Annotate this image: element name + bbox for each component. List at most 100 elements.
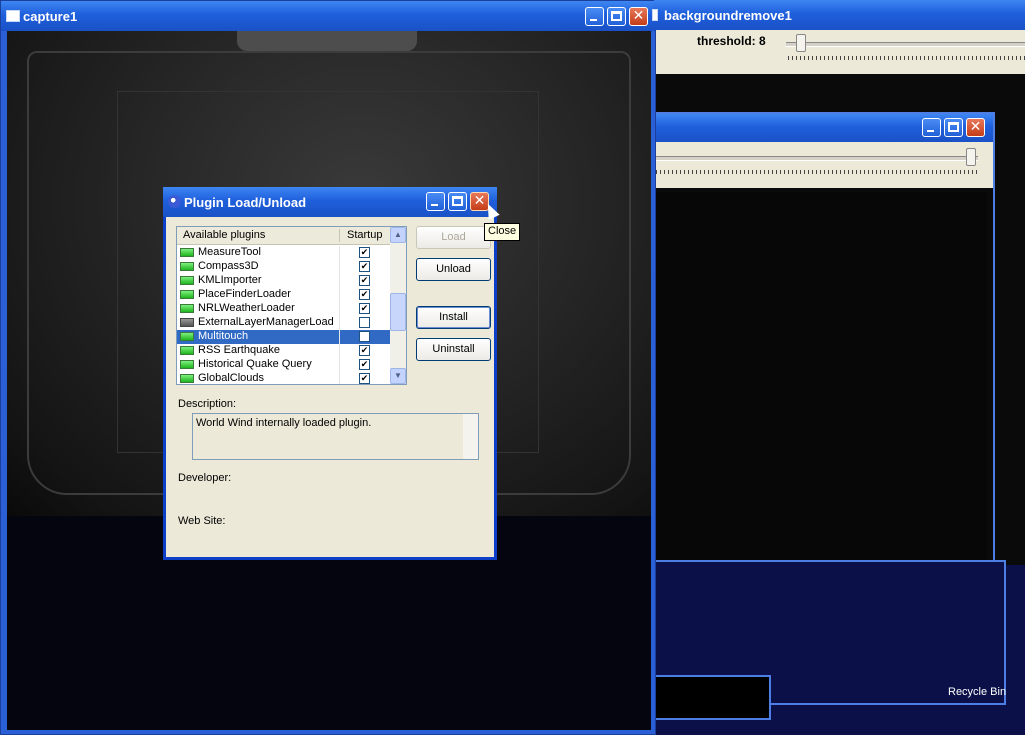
column-separator	[339, 229, 340, 242]
dialog-titlebar[interactable]: Plugin Load/Unload ✕	[163, 187, 497, 217]
close-tooltip: Close	[484, 223, 521, 241]
plugin-name: KMLImporter	[198, 274, 262, 286]
plugin-status-icon	[180, 360, 194, 369]
startup-checkbox[interactable]	[359, 331, 370, 342]
description-scrollbar[interactable]	[463, 414, 478, 459]
maximize-button[interactable]	[944, 118, 963, 137]
window-title: backgroundremove1	[664, 8, 792, 23]
threshold-label: threshold: 8	[697, 34, 766, 48]
list-item[interactable]: RSS Earthquake ✔	[177, 344, 390, 358]
slider-ticks	[788, 56, 1025, 60]
window-icon	[652, 9, 658, 21]
startup-checkbox[interactable]: ✔	[359, 303, 370, 314]
dialog-title: Plugin Load/Unload	[184, 195, 307, 210]
plugin-status-icon	[180, 332, 194, 341]
uninstall-button[interactable]: Uninstall	[416, 338, 491, 361]
dialog-body: Available plugins Startup MeasureTool ✔ Co…	[166, 217, 494, 557]
startup-checkbox[interactable]: ✔	[359, 345, 370, 356]
minimize-icon	[590, 19, 597, 21]
threshold-panel: threshold: 8	[656, 30, 1025, 74]
backgroundremove1-titlebar[interactable]: backgroundremove1	[652, 0, 1025, 30]
list-item[interactable]: KMLImporter ✔	[177, 274, 390, 288]
startup-checkbox[interactable]: ✔	[359, 247, 370, 258]
column-startup[interactable]: Startup	[347, 229, 382, 241]
list-item[interactable]: Compass3D ✔	[177, 260, 390, 274]
recycle-bin-label[interactable]: Recycle Bin	[948, 686, 1006, 698]
description-label: Description:	[178, 398, 237, 410]
slider-panel	[656, 142, 993, 188]
scroll-thumb[interactable]	[390, 293, 406, 331]
plugin-status-icon	[180, 318, 194, 327]
close-icon: ✕	[969, 119, 982, 135]
startup-checkbox[interactable]: ✔	[359, 289, 370, 300]
minimize-button[interactable]	[426, 192, 445, 211]
camera-light	[237, 31, 417, 51]
column-gridline	[339, 344, 340, 358]
capture1-titlebar[interactable]: capture1 ✕	[1, 1, 655, 31]
list-item[interactable]: ExternalLayerManagerLoad	[177, 316, 390, 330]
plugin-status-icon	[180, 304, 194, 313]
plugin-name: MeasureTool	[198, 246, 261, 258]
plugin-status-icon	[180, 248, 194, 257]
scroll-up-button[interactable]: ▲	[390, 227, 406, 243]
description-field[interactable]: World Wind internally loaded plugin.	[192, 413, 479, 460]
list-item[interactable]: MeasureTool ✔	[177, 246, 390, 260]
maximize-button[interactable]	[607, 7, 626, 26]
slider-thumb[interactable]	[966, 148, 976, 166]
unload-button[interactable]: Unload	[416, 258, 491, 281]
plugin-name: RSS Earthquake	[198, 344, 280, 356]
third-window-titlebar[interactable]: ✕	[656, 114, 993, 142]
plugin-status-icon	[180, 290, 194, 299]
maximize-icon	[611, 11, 622, 21]
window-icon	[6, 10, 20, 22]
plugin-name: Historical Quake Query	[198, 358, 312, 370]
nasa-icon	[168, 195, 181, 208]
startup-checkbox[interactable]: ✔	[359, 359, 370, 370]
column-gridline	[339, 274, 340, 288]
list-item[interactable]: GlobalClouds ✔	[177, 372, 390, 384]
list-item[interactable]: PlaceFinderLoader ✔	[177, 288, 390, 302]
plugin-name: ExternalLayerManagerLoad	[198, 316, 334, 328]
plugin-list[interactable]: Available plugins Startup MeasureTool ✔ Co…	[176, 226, 407, 385]
background-window-2	[656, 675, 771, 720]
plugin-name: GlobalClouds	[198, 372, 265, 384]
column-available-plugins[interactable]: Available plugins	[183, 229, 265, 241]
maximize-button[interactable]	[448, 192, 467, 211]
column-gridline	[339, 260, 340, 274]
developer-label: Developer:	[178, 472, 232, 484]
plugin-status-icon	[180, 374, 194, 383]
load-button[interactable]: Load	[416, 226, 491, 249]
slider-track[interactable]	[656, 156, 978, 161]
minimize-button[interactable]	[922, 118, 941, 137]
scroll-down-button[interactable]: ▼	[390, 368, 406, 384]
list-scrollbar[interactable]: ▲ ▼	[390, 227, 406, 384]
startup-checkbox[interactable]: ✔	[359, 275, 370, 286]
list-item[interactable]: Multitouch	[177, 330, 390, 344]
window-title: capture1	[23, 9, 78, 24]
column-gridline	[339, 316, 340, 330]
plugin-name: PlaceFinderLoader	[198, 288, 291, 300]
maximize-icon	[452, 196, 463, 206]
plugin-status-icon	[180, 276, 194, 285]
column-gridline	[339, 246, 340, 260]
startup-checkbox[interactable]: ✔	[359, 261, 370, 272]
column-gridline	[339, 372, 340, 384]
install-button[interactable]: Install	[416, 306, 491, 329]
minimize-icon	[431, 204, 438, 206]
list-item[interactable]: NRLWeatherLoader ✔	[177, 302, 390, 316]
list-item[interactable]: Historical Quake Query ✔	[177, 358, 390, 372]
plugin-dialog: Plugin Load/Unload ✕ Available plugins S…	[163, 187, 497, 560]
close-button[interactable]: ✕	[629, 7, 648, 26]
close-button[interactable]: ✕	[966, 118, 985, 137]
plugin-name: NRLWeatherLoader	[198, 302, 295, 314]
threshold-slider-track[interactable]	[786, 42, 1025, 47]
column-gridline	[339, 288, 340, 302]
plugin-status-icon	[180, 262, 194, 271]
minimize-button[interactable]	[585, 7, 604, 26]
startup-checkbox[interactable]	[359, 317, 370, 328]
startup-checkbox[interactable]: ✔	[359, 373, 370, 384]
plugin-name: Compass3D	[198, 260, 259, 272]
minimize-icon	[927, 130, 934, 132]
threshold-slider-thumb[interactable]	[796, 34, 806, 52]
plugin-status-icon	[180, 346, 194, 355]
